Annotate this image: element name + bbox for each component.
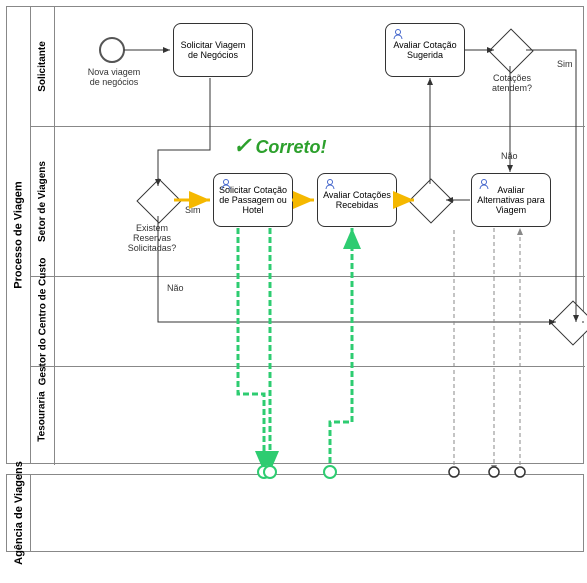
pool-title: Agência de Viagens xyxy=(7,475,31,551)
user-icon xyxy=(478,178,490,190)
pool-title-text: Processo de Viagem xyxy=(13,181,25,288)
lane-label: Solicitante xyxy=(37,41,48,92)
lane-solicitante: Solicitante Nova viagem de negócios Soli… xyxy=(31,7,585,127)
lane-setor-viagens: Setor de Viagens ✓Correto! Existem Reser… xyxy=(31,127,585,277)
start-event xyxy=(99,37,125,63)
lane-title: Gestor do Centro de Custo xyxy=(31,277,55,366)
annotation-correto: ✓Correto! xyxy=(233,133,326,159)
lane-title: Setor de Viagens xyxy=(31,127,55,276)
gateway-reservas-solicitadas xyxy=(136,178,181,223)
gateway-split xyxy=(408,178,453,223)
task-solicitar-viagem: Solicitar Viagem de Negócios xyxy=(173,23,253,77)
task-avaliar-cotacoes-recebidas: Avaliar Cotações Recebidas xyxy=(317,173,397,227)
pool-title-text: Agência de Viagens xyxy=(13,461,25,565)
gateway-label: Cotações atendem? xyxy=(485,73,539,93)
task-solicitar-cotacao: Solicitar Cotação de Passagem ou Hotel xyxy=(213,173,293,227)
lane-label: Setor de Viagens xyxy=(37,161,48,242)
pool-title: Processo de Viagem xyxy=(7,7,31,463)
gateway-cotacoes-atendem xyxy=(488,28,533,73)
task-avaliar-alternativas: Avaliar Alternativas para Viagem xyxy=(471,173,551,227)
gateway-custo xyxy=(550,300,587,345)
lane-gestor-centro-custo: Gestor do Centro de Custo xyxy=(31,277,585,367)
start-event-label: Nova viagem de negócios xyxy=(83,67,145,87)
check-icon: ✓ xyxy=(233,133,251,158)
task-label: Solicitar Viagem de Negócios xyxy=(178,40,248,60)
pool-processo-viagem: Processo de Viagem Solicitante Nova viag… xyxy=(6,6,584,464)
flow-label-sim: Sim xyxy=(557,59,573,69)
lane-tesouraria: Tesouraria xyxy=(31,367,585,465)
lane-label: Tesouraria xyxy=(37,391,48,441)
gateway-label: Existem Reservas Solicitadas? xyxy=(121,223,183,253)
flow-label-nao: Não xyxy=(501,151,518,161)
lane-title: Tesouraria xyxy=(31,367,55,465)
task-label: Avaliar Cotações Recebidas xyxy=(322,190,392,210)
flow-label-sim: Sim xyxy=(185,205,201,215)
user-icon xyxy=(324,178,336,190)
task-label: Avaliar Cotação Sugerida xyxy=(390,40,460,60)
user-icon xyxy=(392,28,404,40)
user-icon xyxy=(220,178,232,190)
lane-title: Solicitante xyxy=(31,7,55,126)
annotation-text: Correto! xyxy=(255,137,326,157)
task-avaliar-cotacao-sugerida: Avaliar Cotação Sugerida xyxy=(385,23,465,77)
pool-agencia-viagens: Agência de Viagens xyxy=(6,474,584,552)
